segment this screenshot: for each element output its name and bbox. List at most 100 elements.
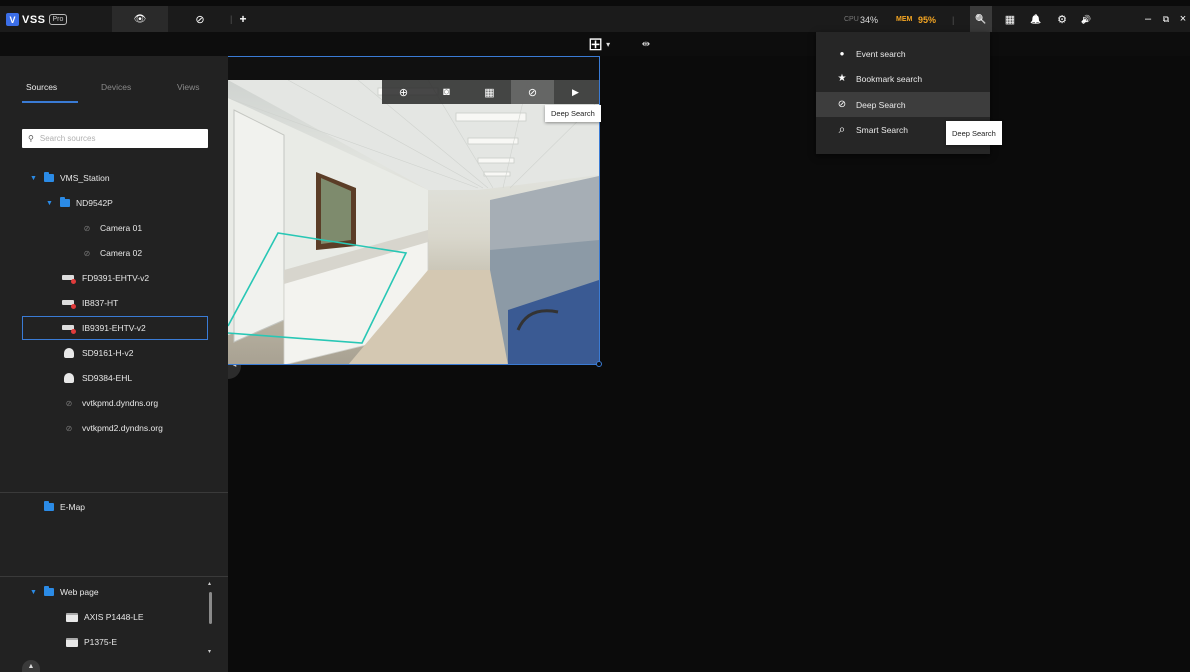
play-icon: ▶ — [572, 86, 579, 97]
menu-item-label: Event search — [856, 48, 906, 59]
scroll-down-icon[interactable]: ▾ — [208, 648, 211, 655]
menu-item-event-search[interactable]: ● Event search — [816, 41, 990, 66]
tree-item-fd9391-ehtv-v2[interactable]: FD9391-EHTV-v2 — [62, 267, 149, 289]
tree-item-label: P1375-E — [84, 637, 118, 647]
restore-button[interactable]: ⧉ — [1158, 6, 1174, 32]
tree-item-sd9161-h-v2[interactable]: SD9161-H-v2 — [62, 342, 134, 364]
tree-item-axis-p1448-le[interactable]: AXIS P1448-LE — [66, 606, 144, 628]
camera-alert-icon — [62, 299, 76, 309]
camera-live-view[interactable] — [228, 80, 599, 364]
tree-item-vvtkpmd[interactable]: ⊘ vvtkpmd.dyndns.org — [62, 392, 158, 414]
tree-item-label: vvtkpmd.dyndns.org — [82, 398, 159, 408]
tree-item-label: IB837-HT — [82, 298, 119, 308]
layout-toolbar: ⊞ ▾ ⇹ — [0, 32, 1190, 56]
tree-item-label: Camera 02 — [100, 248, 143, 258]
tree-item-label: FD9391-EHTV-v2 — [82, 273, 150, 283]
event-pin-icon: ● — [839, 49, 845, 58]
web-page-icon — [66, 612, 78, 622]
volume-button[interactable]: 🔊 — [1076, 6, 1096, 32]
notifications-button[interactable]: 🔔 — [1026, 6, 1046, 32]
menu-item-label: Deep Search — [856, 99, 906, 110]
layout-grid-button[interactable]: ▦ — [468, 80, 511, 104]
playback-button[interactable]: ▶ — [554, 80, 597, 104]
tab-sources[interactable]: Sources — [26, 82, 57, 92]
smart-search-icon: ⌕ — [838, 122, 846, 136]
office-scene-image — [228, 80, 599, 364]
tree-item-vms-station[interactable]: ▼ VMS_Station — [30, 167, 110, 189]
minimize-button[interactable]: – — [1140, 6, 1156, 32]
deep-search-icon: ⊘ — [195, 13, 205, 26]
tab-separator: | — [230, 14, 233, 24]
grid-apps-icon: ▦ — [1004, 13, 1016, 26]
add-tab-button[interactable]: + — [236, 6, 250, 32]
sidebar-tabs: Sources Devices Views — [0, 76, 228, 102]
menu-item-bookmark-search[interactable]: ★ Bookmark search — [816, 66, 990, 91]
mem-label: MEM — [896, 16, 913, 23]
tab-views[interactable]: Views — [177, 82, 200, 92]
tree-item-camera-02[interactable]: ⊘ Camera 02 — [80, 242, 142, 264]
tree-item-label: ND9542P — [76, 198, 113, 208]
dome-camera-icon — [64, 348, 74, 358]
snapshot-camera-icon: ◙ — [443, 86, 450, 98]
dome-camera-icon — [64, 373, 74, 383]
deep-search-menu-tooltip: Deep Search — [946, 121, 1002, 145]
tree-item-label: Camera 01 — [100, 223, 143, 233]
tree-item-label: vvtkpmd2.dyndns.org — [82, 423, 163, 433]
vss-app-window: V VSS Pro 👁 ⊘ | + CPU 34% MEM 95% | 🔍 ▦ … — [0, 0, 1190, 672]
tree-item-vvtkpmd2[interactable]: ⊘ vvtkpmd2.dyndns.org — [62, 417, 163, 439]
expand-arrow-icon[interactable]: ▼ — [30, 175, 38, 182]
tree-item-camera-01[interactable]: ⊘ Camera 01 — [80, 217, 142, 239]
search-icon: ⚲ — [28, 134, 34, 143]
edition-badge: Pro — [48, 14, 68, 25]
camera-offline-icon: ⊘ — [83, 248, 91, 258]
folder-icon — [60, 197, 70, 207]
tab-liveview[interactable]: 👁 — [112, 6, 168, 32]
folder-icon — [44, 501, 54, 511]
scroll-up-icon[interactable]: ▴ — [208, 580, 211, 587]
expand-arrow-icon[interactable]: ▼ — [30, 589, 38, 596]
chevron-down-icon: ▾ — [606, 39, 611, 49]
folder-icon — [44, 172, 54, 182]
tree-item-label: VMS_Station — [60, 173, 110, 183]
close-button[interactable]: × — [1176, 6, 1190, 32]
tree-item-emap[interactable]: E-Map — [44, 496, 85, 518]
deep-search-tooltip: Deep Search — [545, 105, 601, 122]
zoom-in-icon: ⊕ — [398, 86, 409, 99]
tree-item-nd9542p[interactable]: ▼ ND9542P — [46, 192, 113, 214]
ptz-icon: ⇹ — [641, 38, 651, 50]
search-button[interactable]: 🔍 — [970, 6, 992, 32]
menu-item-label: Bookmark search — [856, 73, 923, 84]
deep-search-icon: ⊘ — [837, 99, 847, 110]
tab-devices[interactable]: Devices — [101, 82, 131, 92]
tree-item-web-page[interactable]: ▼ Web page — [30, 581, 99, 603]
search-icon: 🔍 — [975, 13, 987, 24]
minimize-icon: – — [1144, 13, 1152, 25]
video-cell[interactable]: ⊕ ◙ ▦ ⊘ ▶ — [228, 56, 600, 365]
tree-item-ib9391-ehtv-v2[interactable]: IB9391-EHTV-v2 — [62, 317, 146, 339]
zoom-in-button[interactable]: ⊕ — [382, 80, 425, 104]
section-divider — [0, 492, 228, 493]
plus-icon: + — [239, 12, 247, 26]
top-bar: V VSS Pro 👁 ⊘ | + CPU 34% MEM 95% | 🔍 ▦ … — [0, 6, 1190, 32]
ptz-control-button[interactable]: ⇹ — [638, 36, 654, 52]
expand-panel-button[interactable]: ▲ — [22, 660, 40, 672]
tree-item-sd9384-ehl[interactable]: SD9384-EHL — [62, 367, 132, 389]
settings-gear-icon: ⚙ — [1057, 13, 1067, 26]
layout-grid-icon: ▦ — [484, 86, 495, 99]
deep-search-icon: ⊘ — [527, 86, 538, 99]
resize-handle[interactable] — [596, 361, 602, 367]
tab-deep-search[interactable]: ⊘ — [172, 6, 228, 32]
search-input[interactable] — [39, 134, 190, 143]
source-search-box[interactable]: ⚲ — [22, 129, 208, 148]
expand-arrow-icon[interactable]: ▼ — [46, 200, 54, 207]
layout-select[interactable]: ⊞ ▾ — [588, 33, 610, 55]
tree-item-p1375-e[interactable]: P1375-E — [66, 631, 117, 653]
deep-search-button[interactable]: ⊘ — [511, 80, 554, 104]
apps-button[interactable]: ▦ — [1000, 6, 1020, 32]
sidebar-scrollbar[interactable] — [209, 592, 212, 624]
active-tab-indicator — [22, 101, 78, 103]
menu-item-deep-search[interactable]: ⊘ Deep Search — [816, 92, 990, 117]
snapshot-button[interactable]: ◙ — [425, 80, 468, 104]
settings-button[interactable]: ⚙ — [1052, 6, 1072, 32]
tree-item-ib837-ht[interactable]: IB837-HT — [62, 292, 118, 314]
